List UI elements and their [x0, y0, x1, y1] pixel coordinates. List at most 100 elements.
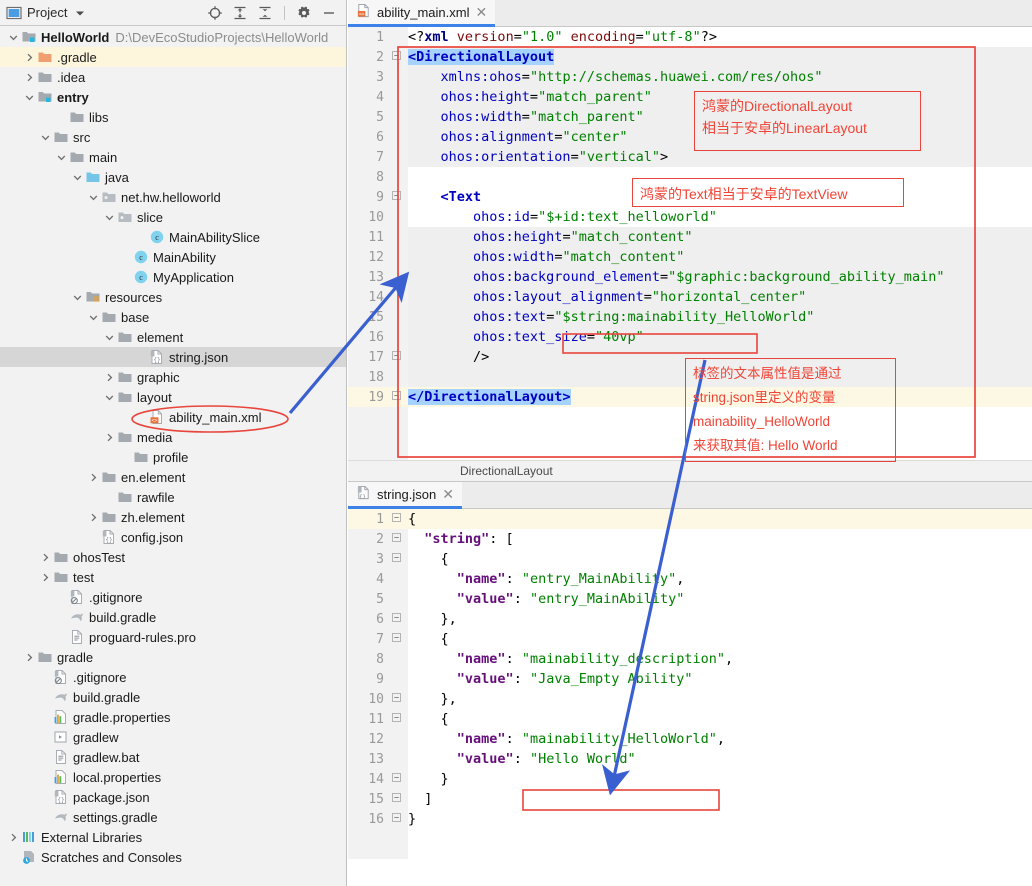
code-line[interactable]: 10 ohos:id="$+id:text_helloworld" [348, 207, 1032, 227]
code-line[interactable]: 9 "value": "Java_Empty Ability" [348, 669, 1032, 689]
fold-toggle-icon[interactable] [384, 351, 408, 363]
fold-toggle-icon[interactable] [384, 553, 408, 565]
chevron-right-icon[interactable] [40, 552, 51, 563]
tree-item-gradle-properties[interactable]: gradle.properties [0, 707, 346, 727]
tree-item-proguard-rules-pro[interactable]: proguard-rules.pro [0, 627, 346, 647]
chevron-down-icon[interactable] [56, 152, 67, 163]
fold-toggle-icon[interactable] [384, 51, 408, 63]
code-line[interactable]: 3 { [348, 549, 1032, 569]
chevron-down-icon[interactable] [72, 292, 83, 303]
tree-item-mainability[interactable]: c MainAbility [0, 247, 346, 267]
chevron-right-icon[interactable] [88, 472, 99, 483]
code-line[interactable]: 5 ohos:width="match_parent" [348, 107, 1032, 127]
tree-item--gitignore[interactable]: .gitignore [0, 667, 346, 687]
collapse-all-icon[interactable] [257, 5, 273, 21]
tree-item-config-json[interactable]: {} config.json [0, 527, 346, 547]
fold-toggle-icon[interactable] [384, 713, 408, 725]
settings-gear-icon[interactable] [296, 5, 312, 21]
chevron-down-icon[interactable] [104, 392, 115, 403]
tree-item-ohostest[interactable]: ohosTest [0, 547, 346, 567]
fold-toggle-icon[interactable] [384, 513, 408, 525]
tab-string-json[interactable]: {} string.json ✕ [348, 482, 462, 509]
tree-item-resources[interactable]: resources [0, 287, 346, 307]
tree-item-element[interactable]: element [0, 327, 346, 347]
chevron-down-icon[interactable] [88, 312, 99, 323]
tree-item-gradle[interactable]: gradle [0, 647, 346, 667]
fold-toggle-icon[interactable] [384, 813, 408, 825]
chevron-right-icon[interactable] [88, 512, 99, 523]
project-tree[interactable]: HelloWorld D:\DevEcoStudioProjects\HelloW… [0, 26, 346, 886]
code-line[interactable]: 7 ohos:orientation="vertical"> [348, 147, 1032, 167]
fold-toggle-icon[interactable] [384, 191, 408, 203]
code-line[interactable]: 1{ [348, 509, 1032, 529]
tree-item-mainabilityslice[interactable]: c MainAbilitySlice [0, 227, 346, 247]
code-line[interactable]: 3 xmlns:ohos="http://schemas.huawei.com/… [348, 67, 1032, 87]
code-line[interactable]: 15 ohos:text="$string:mainability_HelloW… [348, 307, 1032, 327]
code-line[interactable]: 15 ] [348, 789, 1032, 809]
tree-item-entry[interactable]: entry [0, 87, 346, 107]
chevron-right-icon[interactable] [24, 652, 35, 663]
code-line[interactable]: 7 { [348, 629, 1032, 649]
chevron-down-icon[interactable] [104, 212, 115, 223]
fold-toggle-icon[interactable] [384, 773, 408, 785]
tree-item-build-gradle[interactable]: build.gradle [0, 607, 346, 627]
tree-item-main[interactable]: main [0, 147, 346, 167]
code-line[interactable]: 11 { [348, 709, 1032, 729]
code-line[interactable]: 16 ohos:text_size="40vp" [348, 327, 1032, 347]
tree-item-build-gradle[interactable]: build.gradle [0, 687, 346, 707]
breadcrumb[interactable]: DirectionalLayout [348, 460, 1032, 482]
tree-item-test[interactable]: test [0, 567, 346, 587]
close-icon[interactable]: ✕ [475, 5, 487, 19]
json-code-editor[interactable]: 1{2 "string": [3 {4 "name": "entry_MainA… [348, 509, 1032, 859]
chevron-down-icon[interactable] [8, 32, 19, 43]
chevron-right-icon[interactable] [104, 372, 115, 383]
chevron-right-icon[interactable] [40, 572, 51, 583]
chevron-right-icon[interactable] [8, 832, 19, 843]
tree-item-net-hw-helloworld[interactable]: net.hw.helloworld [0, 187, 346, 207]
tree-item-base[interactable]: base [0, 307, 346, 327]
tree-item-rawfile[interactable]: rawfile [0, 487, 346, 507]
code-line[interactable]: 8 "name": "mainability_description", [348, 649, 1032, 669]
expand-all-icon[interactable] [232, 5, 248, 21]
chevron-right-icon[interactable] [24, 52, 35, 63]
tree-item-settings-gradle[interactable]: settings.gradle [0, 807, 346, 827]
tree-item-external-libraries[interactable]: External Libraries [0, 827, 346, 847]
tree-item-en-element[interactable]: en.element [0, 467, 346, 487]
fold-toggle-icon[interactable] [384, 533, 408, 545]
code-line[interactable]: 6 }, [348, 609, 1032, 629]
tree-item-profile[interactable]: profile [0, 447, 346, 467]
locate-target-icon[interactable] [207, 5, 223, 21]
tree-item-slice[interactable]: slice [0, 207, 346, 227]
tab-ability-main-xml[interactable]: <> ability_main.xml ✕ [348, 0, 496, 27]
tree-item-media[interactable]: media [0, 427, 346, 447]
minimize-icon[interactable] [321, 5, 337, 21]
tree-item--gradle[interactable]: .gradle [0, 47, 346, 67]
tree-item--gitignore[interactable]: .gitignore [0, 587, 346, 607]
chevron-down-icon[interactable] [40, 132, 51, 143]
tree-item-local-properties[interactable]: local.properties [0, 767, 346, 787]
code-line[interactable]: 10 }, [348, 689, 1032, 709]
code-line[interactable]: 1 <?xml version="1.0" encoding="utf-8"?> [348, 27, 1032, 47]
code-line[interactable]: 4 ohos:height="match_parent" [348, 87, 1032, 107]
close-icon[interactable]: ✕ [442, 487, 454, 501]
fold-toggle-icon[interactable] [384, 391, 408, 403]
tree-item-graphic[interactable]: graphic [0, 367, 346, 387]
chevron-right-icon[interactable] [24, 72, 35, 83]
code-line[interactable]: 16} [348, 809, 1032, 829]
code-line[interactable]: 12 ohos:width="match_content" [348, 247, 1032, 267]
chevron-right-icon[interactable] [104, 432, 115, 443]
code-line[interactable]: 2 "string": [ [348, 529, 1032, 549]
chevron-down-icon[interactable] [104, 332, 115, 343]
tree-item-layout[interactable]: layout [0, 387, 346, 407]
tree-item-package-json[interactable]: {} package.json [0, 787, 346, 807]
code-line[interactable]: 6 ohos:alignment="center" [348, 127, 1032, 147]
fold-toggle-icon[interactable] [384, 633, 408, 645]
tree-item-src[interactable]: src [0, 127, 346, 147]
fold-toggle-icon[interactable] [384, 693, 408, 705]
tree-item-java[interactable]: java [0, 167, 346, 187]
fold-toggle-icon[interactable] [384, 793, 408, 805]
code-line[interactable]: 13 "value": "Hello World" [348, 749, 1032, 769]
tree-item-helloworld[interactable]: HelloWorld D:\DevEcoStudioProjects\HelloW… [0, 27, 346, 47]
tree-item-gradlew-bat[interactable]: gradlew.bat [0, 747, 346, 767]
code-line[interactable]: 4 "name": "entry_MainAbility", [348, 569, 1032, 589]
